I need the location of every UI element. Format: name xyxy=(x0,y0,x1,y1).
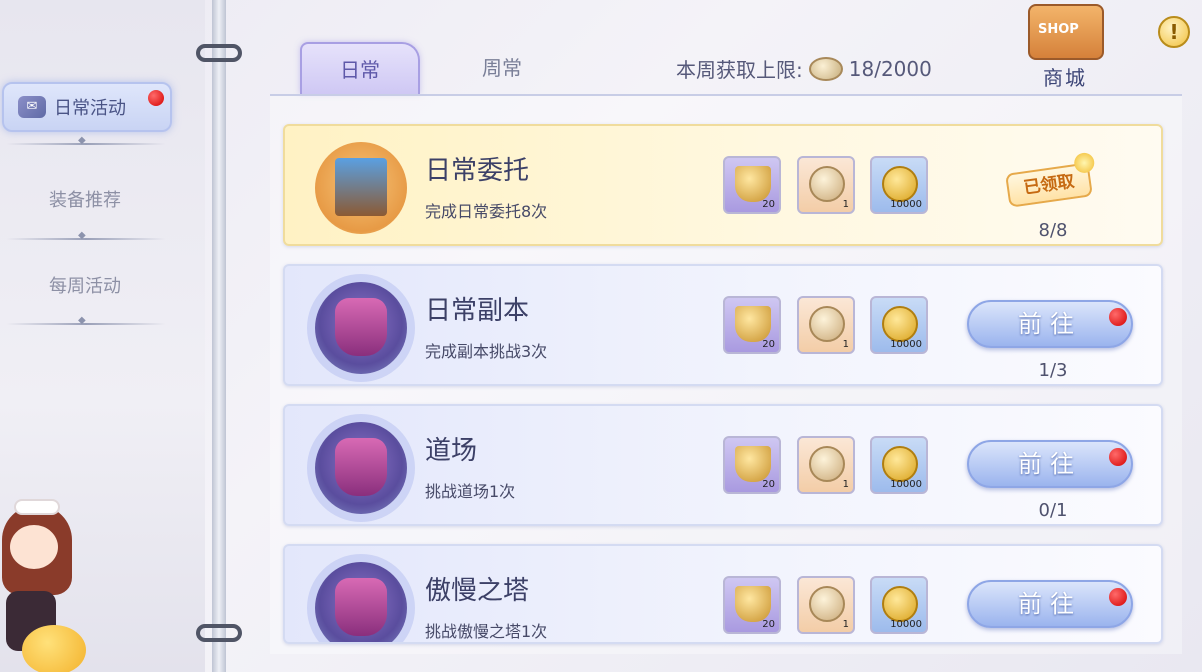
notice-board-icon xyxy=(315,142,407,234)
task-row-dojo: 道场 挑战道场1次 20 1 10000 前往 0/1 xyxy=(283,404,1163,526)
notification-dot xyxy=(1109,588,1127,606)
reward-token[interactable]: 1 xyxy=(797,436,855,494)
tab-daily[interactable]: 日常 xyxy=(300,42,420,94)
weekly-limit-label: 本周获取上限: xyxy=(676,58,803,82)
reward-gold-coin[interactable]: 10000 xyxy=(870,436,928,494)
demon-mask-icon xyxy=(315,422,407,514)
notification-dot xyxy=(148,90,164,106)
reward-gold-coin[interactable]: 10000 xyxy=(870,576,928,634)
character-mascot xyxy=(0,495,95,672)
binder-spine xyxy=(212,0,226,672)
token-icon xyxy=(809,446,845,482)
reward-token[interactable]: 1 xyxy=(797,576,855,634)
tab-weekly[interactable]: 周常 xyxy=(442,42,562,94)
chick-mascot xyxy=(22,625,86,672)
weekly-limit: 本周获取上限: 18/2000 xyxy=(676,54,932,83)
shop-label: 商城 xyxy=(1043,66,1087,90)
task-progress: 1/3 xyxy=(1038,360,1068,381)
demon-mask-icon xyxy=(315,562,407,642)
token-icon xyxy=(809,586,845,622)
token-icon xyxy=(809,166,845,202)
medal-icon xyxy=(735,306,771,342)
task-desc: 完成日常委托8次 xyxy=(425,202,548,221)
reward-gold-coin[interactable]: 10000 xyxy=(870,296,928,354)
reward-token[interactable]: 1 xyxy=(797,296,855,354)
reward-gold-coin[interactable]: 10000 xyxy=(870,156,928,214)
go-button[interactable]: 前往 xyxy=(967,580,1133,628)
medal-icon xyxy=(735,166,771,202)
divider xyxy=(6,135,166,146)
task-title: 日常副本 xyxy=(425,296,530,326)
shop-button[interactable]: SHOP 商城 xyxy=(1020,4,1110,90)
demon-mask-icon xyxy=(315,282,407,374)
claimed-badge: 已领取 xyxy=(1005,151,1096,208)
sidebar-item-daily-activities[interactable]: ✉ 日常活动 xyxy=(2,82,172,132)
reward-medal[interactable]: 20 xyxy=(723,576,781,634)
task-row-daily-commission: 日常委托 完成日常委托8次 20 1 10000 已领取 8/8 xyxy=(283,124,1163,246)
medal-icon xyxy=(735,586,771,622)
binder-ring xyxy=(196,44,242,62)
sidebar-item-weekly-activities[interactable]: 每周活动 xyxy=(0,272,170,298)
gold-coin-icon xyxy=(882,306,918,342)
medal-icon xyxy=(735,446,771,482)
sidebar-item-label: 日常活动 xyxy=(54,98,126,119)
reward-token[interactable]: 1 xyxy=(797,156,855,214)
sidebar-item-equipment-recommend[interactable]: 装备推荐 xyxy=(0,186,170,212)
reward-medal[interactable]: 20 xyxy=(723,156,781,214)
reward-medal[interactable]: 20 xyxy=(723,436,781,494)
weekly-limit-value: 18/2000 xyxy=(848,56,932,81)
currency-coin-icon xyxy=(808,56,843,81)
gold-coin-icon xyxy=(882,586,918,622)
task-title: 道场 xyxy=(425,436,478,466)
go-button[interactable]: 前往 xyxy=(967,300,1133,348)
task-desc: 完成副本挑战3次 xyxy=(425,342,548,361)
activity-icon: ✉ xyxy=(18,96,46,118)
task-progress: 0/1 xyxy=(1038,500,1068,521)
task-row-tower-of-pride: 傲慢之塔 挑战傲慢之塔1次 20 1 10000 前往 xyxy=(283,544,1163,644)
gold-coin-icon xyxy=(882,166,918,202)
task-row-daily-dungeon: 日常副本 完成副本挑战3次 20 1 10000 前往 1/3 xyxy=(283,264,1163,386)
task-title: 日常委托 xyxy=(425,156,530,186)
token-icon xyxy=(809,306,845,342)
notification-dot xyxy=(1109,308,1127,326)
task-desc: 挑战道场1次 xyxy=(425,482,516,501)
task-desc: 挑战傲慢之塔1次 xyxy=(425,622,548,641)
shop-icon: SHOP xyxy=(1028,4,1104,60)
task-title: 傲慢之塔 xyxy=(425,576,530,606)
sparkle-icon xyxy=(1072,151,1096,175)
task-progress: 8/8 xyxy=(1038,220,1068,241)
binder-ring xyxy=(196,624,242,642)
go-button[interactable]: 前往 xyxy=(967,440,1133,488)
gold-coin-icon xyxy=(882,446,918,482)
notification-dot xyxy=(1109,448,1127,466)
divider xyxy=(6,315,166,326)
info-icon[interactable]: ! xyxy=(1158,16,1190,48)
reward-medal[interactable]: 20 xyxy=(723,296,781,354)
divider xyxy=(6,230,166,241)
